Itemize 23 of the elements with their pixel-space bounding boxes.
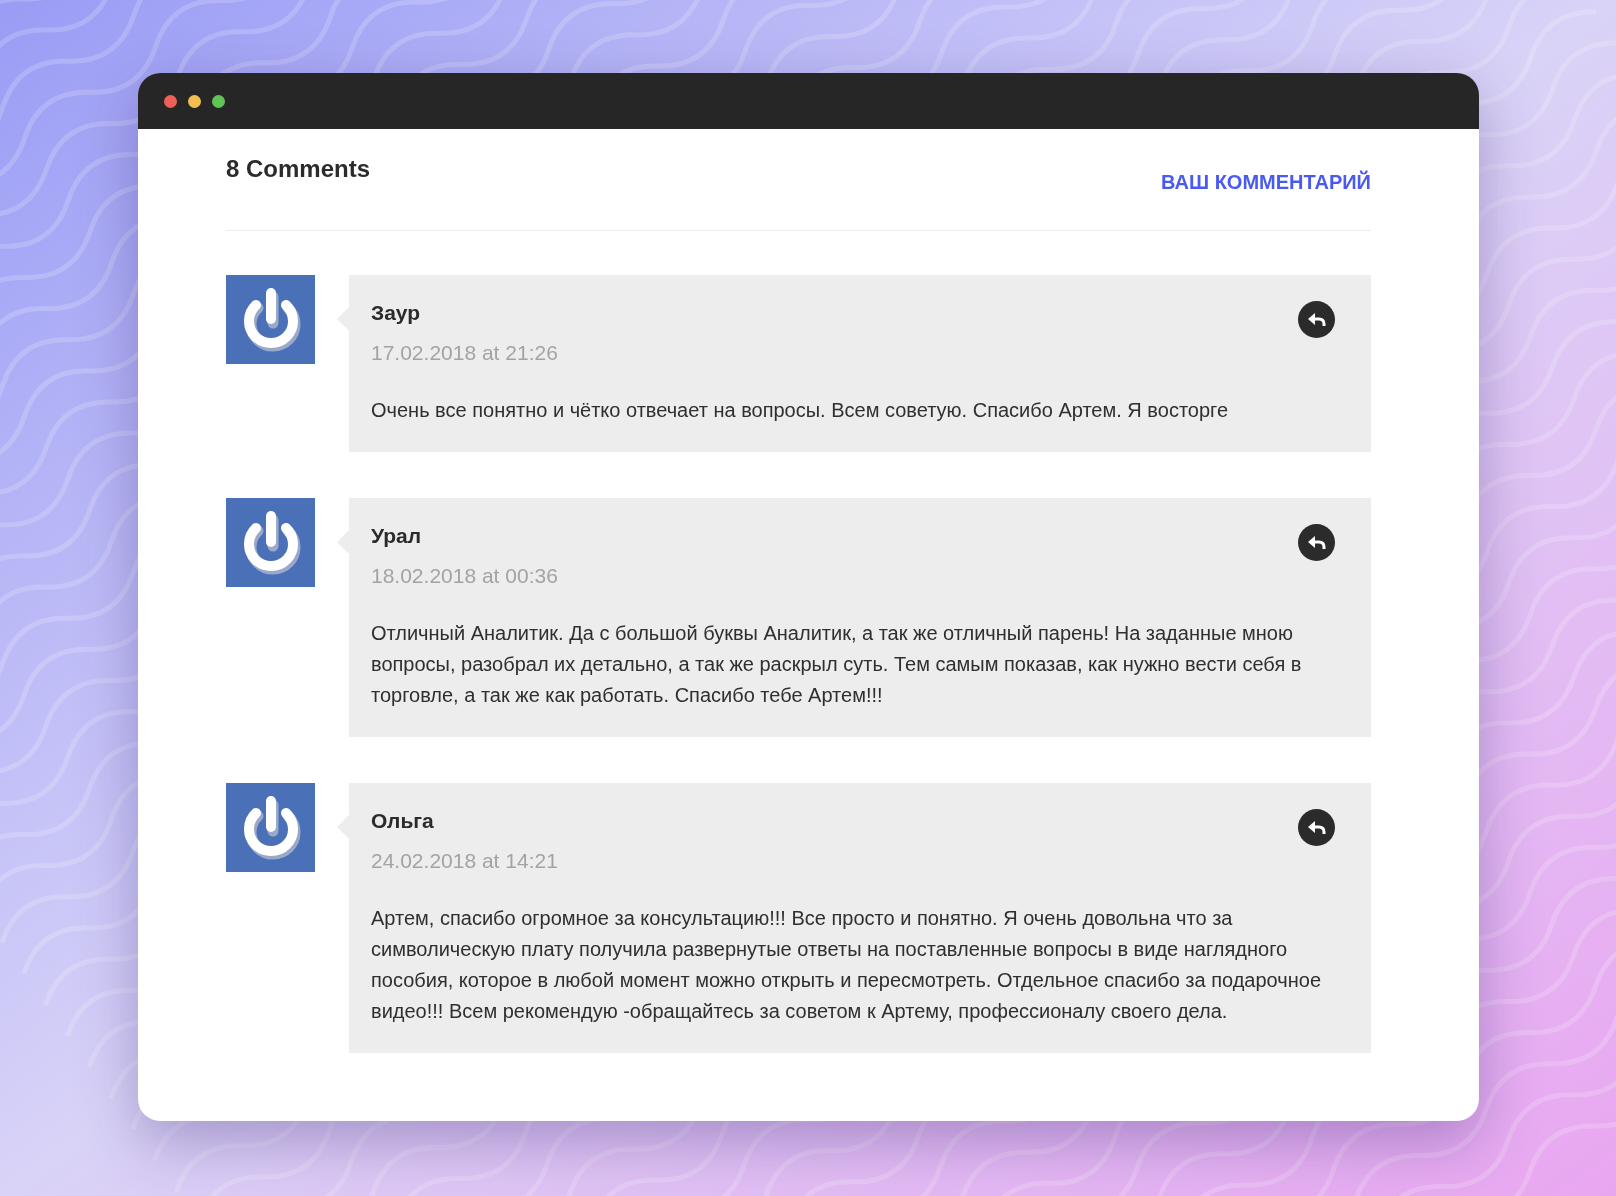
comment-date: 24.02.2018 at 14:21 bbox=[371, 848, 558, 874]
comment-text: Отличный Аналитик. Да с большой буквы Аналитик, а так же отличный парень! На заданные мною вопросы, разобрал их детально, а так же раскрыл суть. Тем самым показав, как нужно вести себя в торговле, а так же как работать. Спасибо тебе Артем!!! bbox=[371, 621, 1303, 708]
reply-arrow-icon bbox=[1306, 311, 1327, 328]
window-button[interactable] bbox=[164, 94, 177, 108]
reply-arrow-icon bbox=[1306, 534, 1327, 551]
avatar-power-icon bbox=[226, 275, 315, 364]
reply-button[interactable] bbox=[1298, 524, 1335, 561]
comment-text: Артем, спасибо огромное за консультацию!!! Все просто и понятно. Я очень довольна что за символическую плату получила развернутые ответы на поставленные вопросы в виде наглядного пособия, которое в любой момент можно открыть и пересмотреть. Отдельное спасибо за подарочное видео!!! Всем рекомендую -обращайтесь за советом к Артему, профессионалу своего дела. bbox=[371, 906, 1322, 1024]
comments-heading: 8 Comments bbox=[226, 154, 371, 184]
comment-text: Очень все понятно и чётко отвечает на вопросы. Всем советую. Спасибо Артем. Я восторге bbox=[371, 398, 1230, 423]
comment-date: 17.02.2018 at 21:26 bbox=[371, 340, 558, 366]
comment-author: Ольга bbox=[371, 808, 435, 834]
avatar-power-icon bbox=[226, 783, 315, 872]
reply-button[interactable] bbox=[1298, 301, 1335, 338]
comment-author: Урал bbox=[371, 523, 423, 549]
comment-date: 18.02.2018 at 00:36 bbox=[371, 563, 558, 589]
window-button[interactable] bbox=[212, 94, 225, 108]
comment-author: Заур bbox=[371, 300, 422, 326]
avatar-power-icon bbox=[226, 498, 315, 587]
write-comment-link[interactable]: ВАШ КОММЕНТАРИЙ bbox=[1161, 167, 1371, 197]
reply-button[interactable] bbox=[1298, 809, 1335, 846]
window-button[interactable] bbox=[188, 94, 201, 108]
reply-arrow-icon bbox=[1306, 819, 1327, 836]
